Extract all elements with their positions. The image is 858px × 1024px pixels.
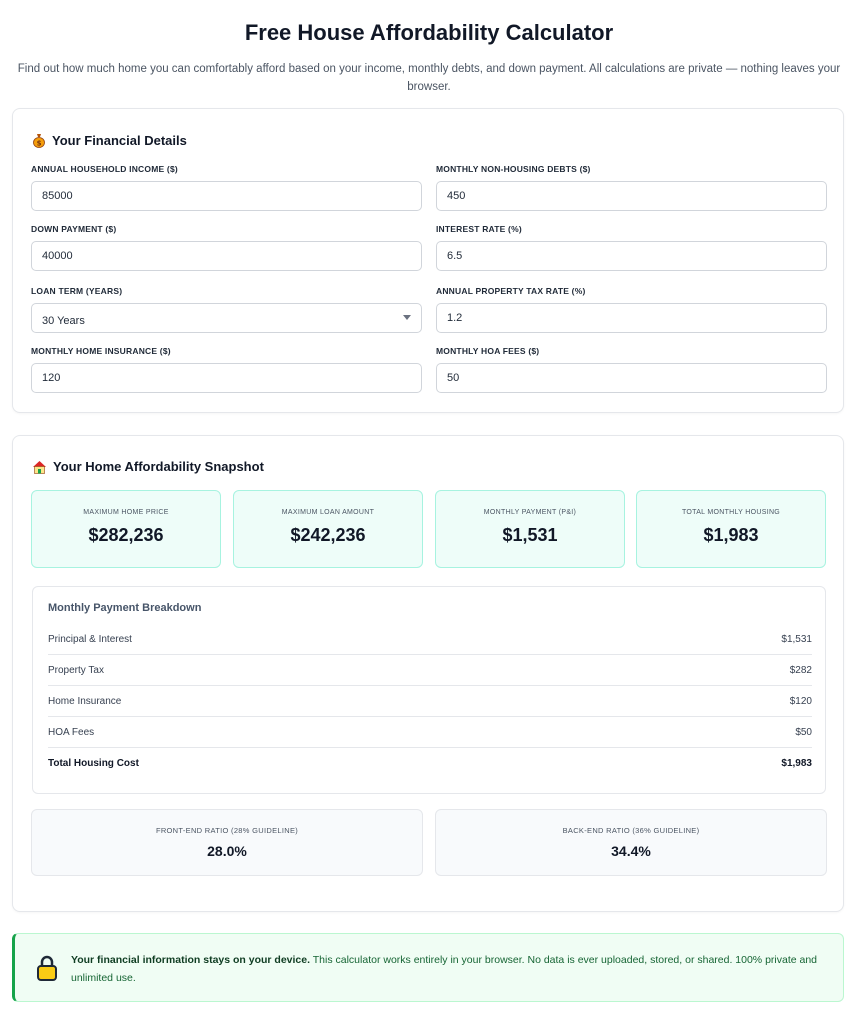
privacy-bold: Your financial information stays on your… [71, 954, 311, 966]
breakdown-row: Home Insurance $120 [48, 686, 812, 717]
row-label: Home Insurance [48, 695, 122, 707]
snapshot-card: Your Home Affordability Snapshot Maximum… [12, 435, 844, 912]
debts-field: Monthly Non-Housing Debts ($) 450 [436, 164, 827, 211]
snapshot-title: Your Home Affordability Snapshot [32, 459, 264, 474]
chevron-down-icon [403, 315, 411, 320]
loan-term-label: Loan Term (Years) [31, 286, 123, 296]
payment-breakdown: Monthly Payment Breakdown Principal & In… [32, 586, 826, 794]
income-label: Annual Household Income ($) [31, 164, 178, 174]
svg-text:$: $ [37, 140, 42, 148]
interest-rate-field: Interest Rate (%) 6.5 [436, 224, 827, 271]
property-tax-input[interactable]: 1.2 [436, 303, 827, 333]
stat-label: Maximum Home Price [83, 509, 169, 516]
loan-term-select[interactable]: 30 Years [31, 303, 422, 333]
hoa-field: Monthly HOA Fees ($) 50 [436, 346, 827, 393]
loan-term-value: 30 Years [42, 315, 85, 327]
property-tax-field: Annual Property Tax Rate (%) 1.2 [436, 286, 827, 333]
down-payment-field: Down Payment ($) 40000 [31, 224, 422, 271]
financial-details-title: $ Your Financial Details [32, 133, 187, 148]
income-field: Annual Household Income ($) 85000 [31, 164, 422, 211]
stat-monthly-payment: Monthly Payment (P&I) $1,531 [435, 490, 625, 568]
stat-value: $1,531 [502, 525, 558, 545]
stat-value: $242,236 [290, 525, 366, 545]
ratio-value: 28.0% [207, 843, 247, 859]
front-end-ratio: Front-End Ratio (28% Guideline) 28.0% [31, 809, 423, 876]
stat-max-loan-amount: Maximum Loan Amount $242,236 [233, 490, 423, 568]
hoa-label: Monthly HOA Fees ($) [436, 346, 540, 356]
row-value: $120 [789, 695, 812, 707]
down-payment-input[interactable]: 40000 [31, 241, 422, 271]
stat-label: Total Monthly Housing [681, 509, 781, 516]
insurance-input[interactable]: 120 [31, 363, 422, 393]
lock-icon [37, 955, 57, 981]
ratio-value: 34.4% [611, 843, 651, 859]
row-value: $50 [795, 726, 812, 738]
row-value: $282 [789, 664, 812, 676]
row-value: $1,531 [781, 633, 812, 645]
house-icon [33, 460, 46, 474]
breakdown-row: Principal & Interest $1,531 [48, 624, 812, 655]
debts-input[interactable]: 450 [436, 181, 827, 211]
row-label: Total Housing Cost [48, 758, 139, 769]
stat-value: $282,236 [88, 525, 164, 545]
page-title: Free House Affordability Calculator [244, 20, 614, 45]
interest-rate-label: Interest Rate (%) [436, 224, 522, 234]
financial-details-title-text: Your Financial Details [52, 133, 187, 148]
stat-value: $1,983 [703, 525, 759, 545]
debts-label: Monthly Non-Housing Debts ($) [436, 164, 591, 174]
privacy-text: Your financial information stays on your… [71, 951, 836, 987]
down-payment-label: Down Payment ($) [31, 224, 117, 234]
row-label: HOA Fees [48, 726, 95, 738]
stat-label: Maximum Loan Amount [281, 509, 375, 516]
ratio-label: Front-End Ratio (28% Guideline) [155, 826, 299, 835]
stat-max-home-price: Maximum Home Price $282,236 [31, 490, 221, 568]
back-end-ratio: Back-End Ratio (36% Guideline) 34.4% [435, 809, 827, 876]
row-label: Property Tax [48, 664, 104, 676]
property-tax-label: Annual Property Tax Rate (%) [436, 286, 586, 296]
hoa-input[interactable]: 50 [436, 363, 827, 393]
stat-total-monthly-housing: Total Monthly Housing $1,983 [636, 490, 826, 568]
breakdown-title: Monthly Payment Breakdown [48, 602, 202, 614]
loan-term-field: Loan Term (Years) 30 Years [31, 286, 422, 333]
privacy-notice: Your financial information stays on your… [12, 933, 844, 1002]
money-bag-icon: $ [33, 134, 45, 148]
financial-details-card: $ Your Financial Details Annual Househol… [12, 108, 844, 413]
income-input[interactable]: 85000 [31, 181, 422, 211]
insurance-field: Monthly Home Insurance ($) 120 [31, 346, 422, 393]
snapshot-title-text: Your Home Affordability Snapshot [53, 459, 264, 474]
row-label: Principal & Interest [48, 633, 132, 645]
page-subtitle: Find out how much home you can comfortab… [17, 63, 841, 93]
breakdown-row: HOA Fees $50 [48, 717, 812, 748]
breakdown-total-row: Total Housing Cost $1,983 [48, 748, 812, 779]
ratio-label: Back-End Ratio (36% Guideline) [562, 826, 700, 835]
breakdown-row: Property Tax $282 [48, 655, 812, 686]
insurance-label: Monthly Home Insurance ($) [31, 346, 171, 356]
stat-label: Monthly Payment (P&I) [483, 509, 577, 516]
row-value: $1,983 [781, 758, 812, 769]
interest-rate-input[interactable]: 6.5 [436, 241, 827, 271]
